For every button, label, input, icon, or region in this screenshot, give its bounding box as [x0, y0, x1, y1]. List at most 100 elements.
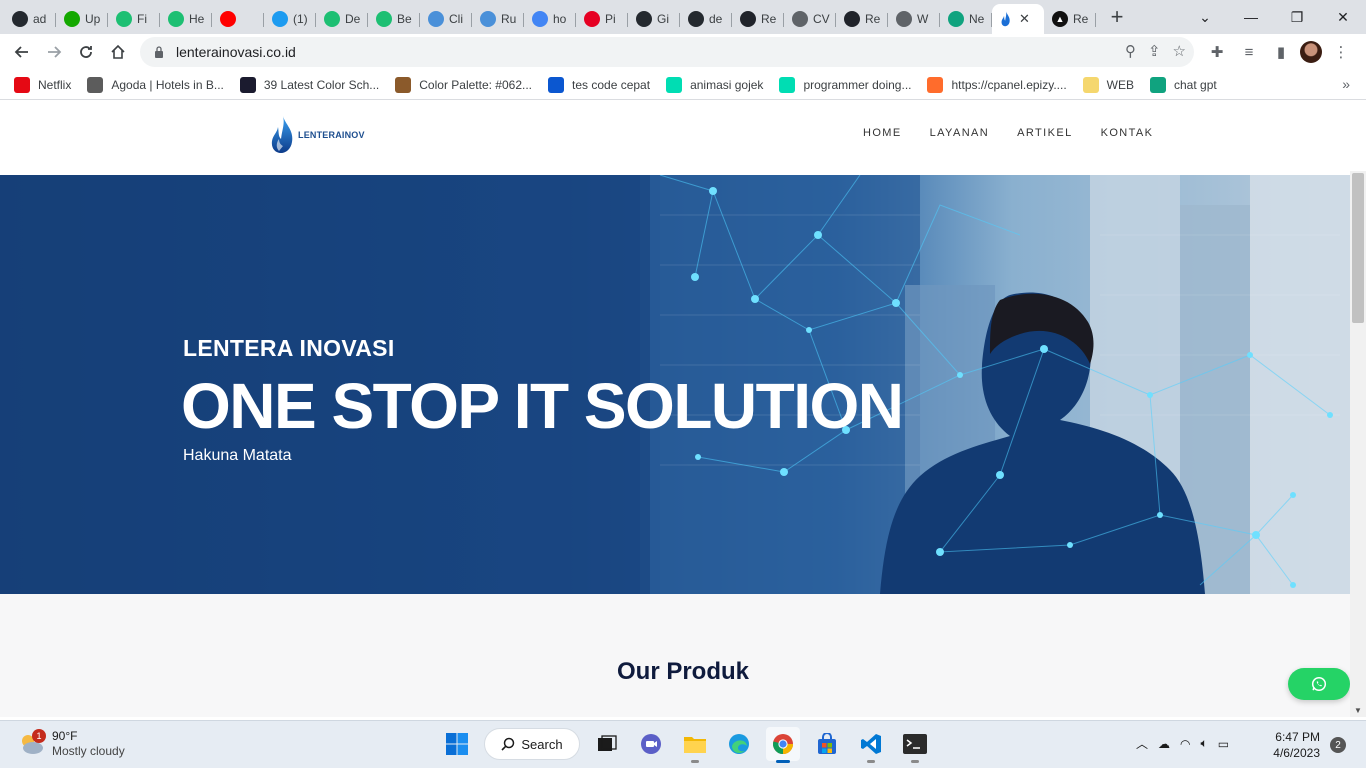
bookmark-item[interactable]: WEB [1082, 76, 1134, 93]
notification-count-badge[interactable]: 2 [1330, 737, 1346, 753]
browser-tab-active[interactable]: ✕ [992, 4, 1044, 34]
scroll-down-arrow-icon[interactable]: ▼ [1354, 706, 1362, 715]
whatsapp-icon [1311, 676, 1327, 692]
reading-list-icon[interactable]: ≡ [1236, 37, 1262, 67]
store-button[interactable] [810, 727, 844, 761]
browser-tab[interactable]: Ne [940, 6, 992, 32]
volume-icon[interactable]: 🔈︎ [1201, 736, 1208, 751]
task-view-button[interactable] [590, 727, 624, 761]
taskbar-apps: Search [440, 727, 932, 763]
bookmark-item[interactable]: chat gpt [1150, 76, 1217, 93]
nav-link-layanan[interactable]: LAYANAN [930, 127, 990, 139]
forward-button[interactable] [38, 36, 70, 68]
browser-tab[interactable] [212, 6, 264, 32]
reload-icon [80, 46, 92, 58]
bookmarks-overflow-button[interactable]: » [1342, 76, 1350, 92]
running-indicator [867, 760, 875, 763]
reload-button[interactable] [70, 36, 102, 68]
bookmark-label: programmer doing... [803, 77, 912, 92]
terminal-button[interactable] [898, 727, 932, 763]
chrome-icon [773, 734, 794, 755]
chrome-menu-icon[interactable]: ⋮ [1328, 37, 1354, 67]
browser-tab[interactable]: De [316, 6, 368, 32]
home-button[interactable] [102, 36, 134, 68]
logo-text: LENTERAINOV [298, 130, 365, 140]
tray-overflow-chevron-icon[interactable]: ︿ [1136, 735, 1148, 752]
browser-tab[interactable]: ad [4, 6, 56, 32]
browser-tab[interactable]: ho [524, 6, 576, 32]
cpanel-icon [927, 76, 944, 93]
nav-link-kontak[interactable]: KONTAK [1101, 127, 1154, 139]
close-window-button[interactable]: ✕ [1320, 9, 1366, 26]
browser-tab[interactable]: (1) [264, 6, 316, 32]
tab-title: CV [813, 12, 830, 26]
minimize-button[interactable]: — [1228, 9, 1274, 25]
bookmark-label: tes code cepat [572, 77, 651, 92]
browser-tab[interactable]: Be [368, 6, 420, 32]
weather-widget[interactable]: 1 90°F Mostly cloudy [18, 729, 125, 759]
windows-taskbar: 1 90°F Mostly cloudy Search ︿ ☁ ◠ 🔈︎ ▭ 6… [0, 720, 1366, 768]
browser-tab[interactable]: Re [732, 6, 784, 32]
bookmark-item[interactable]: Agoda | Hotels in B... [87, 76, 224, 93]
hero-tagline: Hakuna Matata [183, 447, 292, 464]
edge-button[interactable] [722, 727, 756, 761]
browser-tab[interactable]: ▲ Re [1044, 6, 1096, 32]
nav-link-home[interactable]: HOME [863, 127, 902, 139]
close-tab-icon[interactable]: ✕ [1019, 11, 1030, 27]
taskbar-clock[interactable]: 6:47 PM 4/6/2023 [1262, 729, 1320, 761]
bookmark-item[interactable]: Netflix [14, 76, 72, 93]
clock-time: 6:47 PM [1275, 730, 1320, 744]
whatsapp-button[interactable] [1288, 668, 1350, 700]
bookmark-item[interactable]: 39 Latest Color Sch... [239, 76, 379, 93]
browser-tab[interactable]: He [160, 6, 212, 32]
hero-headline: ONE STOP IT SOLUTION [181, 370, 904, 442]
bookmark-item[interactable]: https://cpanel.epizy.... [927, 76, 1067, 93]
bookmark-item[interactable]: programmer doing... [779, 76, 912, 93]
vscode-button[interactable] [854, 727, 888, 763]
windows-logo-icon [446, 733, 468, 755]
browser-tab[interactable]: Ru [472, 6, 524, 32]
zoom-icon[interactable]: ⚲ [1125, 42, 1136, 60]
share-icon[interactable]: ⇪ [1148, 42, 1161, 60]
browser-tab[interactable]: Cli [420, 6, 472, 32]
bookmark-item[interactable]: tes code cepat [548, 76, 651, 93]
profile-avatar[interactable] [1300, 41, 1322, 63]
browser-tab[interactable]: Up [56, 6, 108, 32]
onedrive-cloud-icon[interactable]: ☁ [1158, 737, 1170, 751]
scrollbar-thumb[interactable] [1352, 173, 1364, 323]
bookmark-star-icon[interactable]: ☆ [1173, 42, 1186, 60]
browser-tab[interactable]: Gi [628, 6, 680, 32]
nav-link-artikel[interactable]: ARTIKEL [1017, 127, 1072, 139]
back-arrow-icon [14, 46, 28, 58]
bookmark-label: Netflix [38, 77, 72, 92]
battery-icon[interactable]: ▭ [1218, 737, 1229, 751]
page-scrollbar[interactable]: ▼ [1350, 171, 1366, 717]
browser-tab[interactable]: Re [836, 6, 888, 32]
browser-tab[interactable]: Pi [576, 6, 628, 32]
chrome-button[interactable] [766, 727, 800, 763]
extensions-puzzle-icon[interactable]: ✚ [1204, 37, 1230, 67]
tab-title: Re [1073, 12, 1089, 26]
cloudy-weather-icon: 1 [18, 729, 46, 755]
back-button[interactable] [6, 36, 38, 68]
side-panel-icon[interactable]: ▮ [1268, 37, 1294, 67]
taskbar-search[interactable]: Search [484, 728, 580, 760]
browser-tab[interactable]: Fi [108, 6, 160, 32]
tab-title: Pi [605, 12, 616, 26]
tab-title: Fi [137, 12, 147, 26]
file-explorer-button[interactable] [678, 727, 712, 763]
bookmark-item[interactable]: Color Palette: #062... [395, 76, 532, 93]
browser-tab[interactable]: de [680, 6, 732, 32]
address-bar[interactable]: lenterainovasi.co.id ⚲ ⇪ ☆ [140, 37, 1194, 67]
wifi-icon[interactable]: ◠ [1180, 737, 1190, 751]
bookmark-item[interactable]: animasi gojek [666, 76, 763, 93]
browser-tab[interactable]: W [888, 6, 940, 32]
site-logo[interactable]: LENTERAINOV [270, 115, 365, 155]
bookmark-label: Agoda | Hotels in B... [111, 77, 224, 92]
teams-chat-button[interactable] [634, 727, 668, 761]
start-button[interactable] [440, 727, 474, 761]
browser-tab[interactable]: CV [784, 6, 836, 32]
restore-button[interactable]: ❐ [1274, 9, 1320, 26]
new-tab-button[interactable]: + [1102, 2, 1132, 32]
tab-search-chevron-icon[interactable]: ⌄ [1182, 9, 1228, 26]
